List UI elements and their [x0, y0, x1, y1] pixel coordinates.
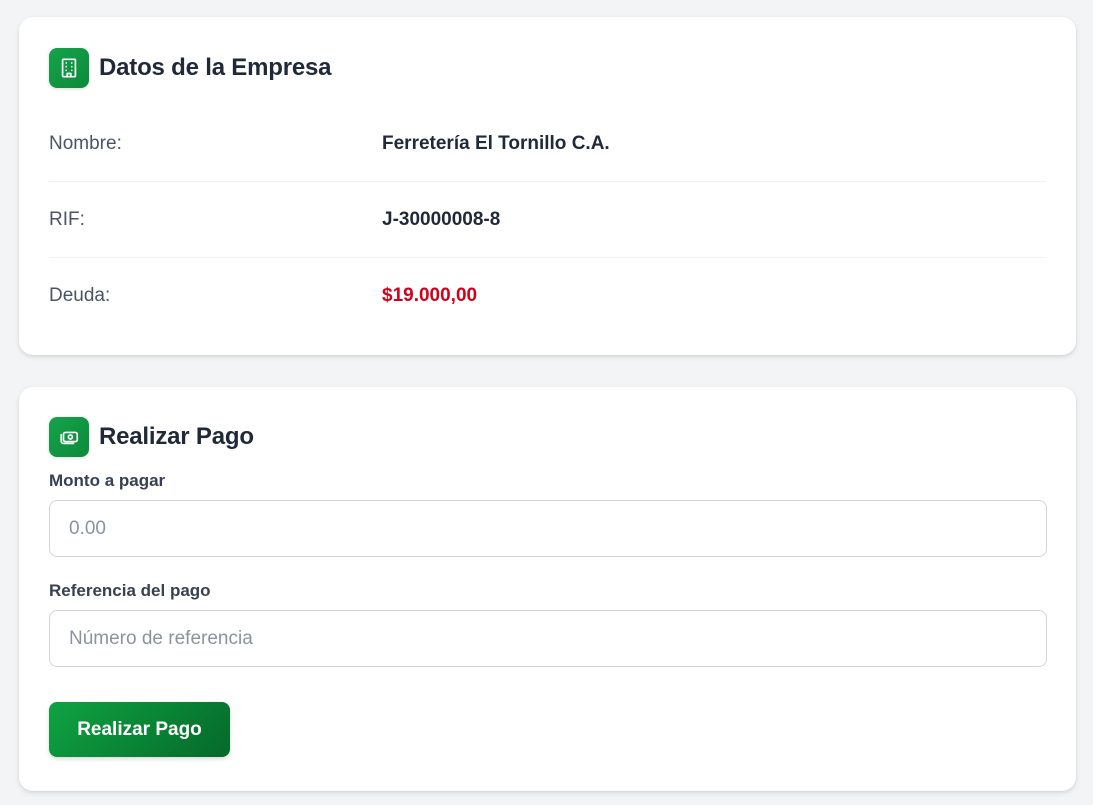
- reference-input[interactable]: [49, 610, 1047, 667]
- payment-card-header: Realizar Pago: [49, 417, 1046, 457]
- cash-icon: [49, 417, 89, 457]
- company-info-list: Nombre: Ferretería El Tornillo C.A. RIF:…: [49, 106, 1046, 333]
- company-info-card: Datos de la Empresa Nombre: Ferretería E…: [19, 17, 1076, 355]
- deuda-label: Deuda:: [49, 284, 111, 306]
- info-row-nombre: Nombre: Ferretería El Tornillo C.A.: [49, 106, 1046, 182]
- rif-label: RIF:: [49, 208, 85, 230]
- submit-payment-button[interactable]: Realizar Pago: [49, 702, 230, 757]
- info-row-rif: RIF: J-30000008-8: [49, 182, 1046, 258]
- info-row-deuda: Deuda: $19.000,00: [49, 258, 1046, 333]
- payment-card: Realizar Pago Monto a pagar Referencia d…: [19, 387, 1076, 791]
- company-card-header: Datos de la Empresa: [49, 48, 1046, 88]
- nombre-value: Ferretería El Tornillo C.A.: [382, 132, 610, 154]
- payment-card-title: Realizar Pago: [99, 423, 254, 450]
- company-card-title: Datos de la Empresa: [99, 54, 332, 81]
- deuda-value: $19.000,00: [382, 284, 478, 306]
- amount-label: Monto a pagar: [49, 471, 166, 490]
- nombre-label: Nombre:: [49, 132, 122, 154]
- building-icon: [49, 48, 89, 88]
- reference-label: Referencia del pago: [49, 581, 211, 600]
- rif-value: J-30000008-8: [382, 208, 501, 230]
- amount-input[interactable]: [49, 500, 1047, 557]
